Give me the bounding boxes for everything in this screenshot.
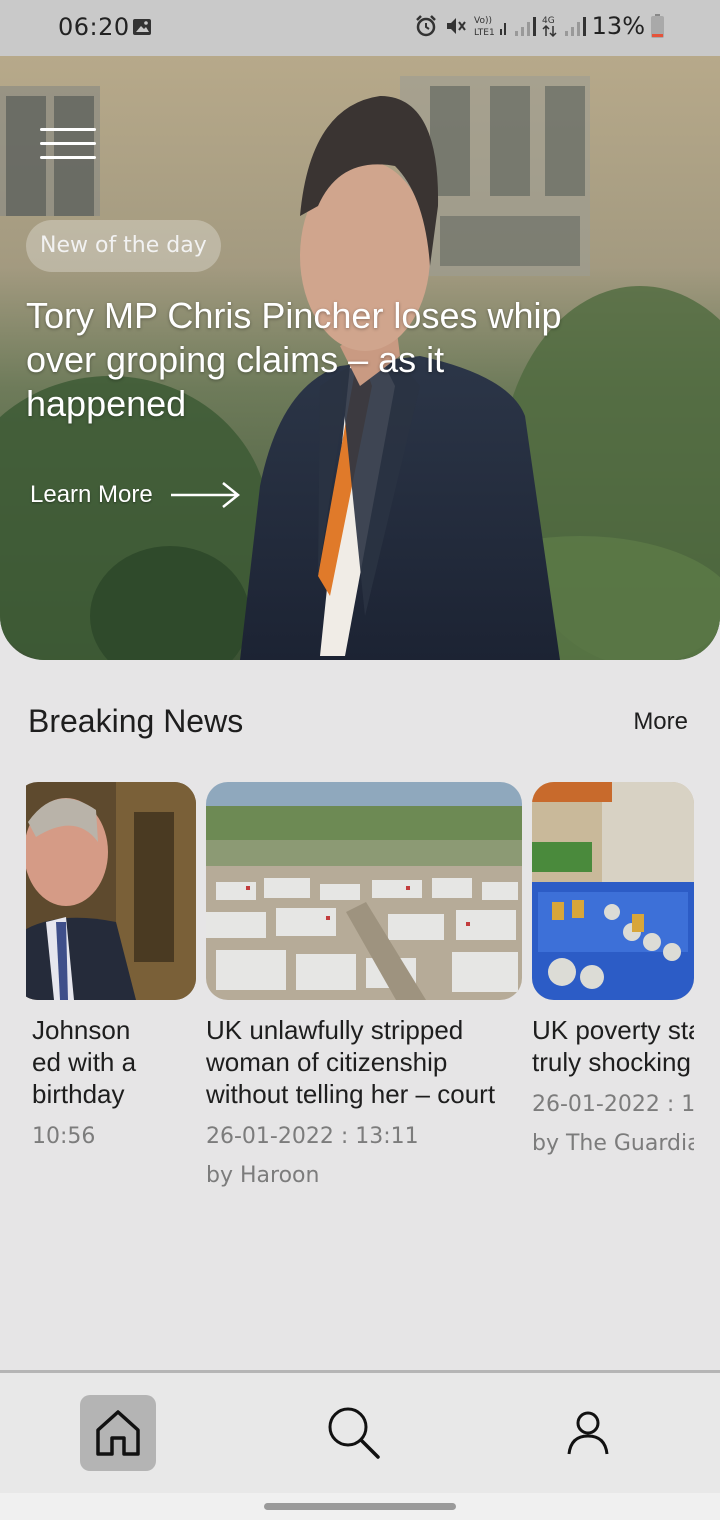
news-card[interactable]: Johnson ed with a birthday 10:56	[26, 782, 196, 1149]
status-bar: 06:20 Vo)) LTE1 4G 13%	[0, 0, 720, 56]
svg-text:4G: 4G	[542, 16, 555, 26]
status-time: 06:20	[58, 13, 130, 41]
news-carousel[interactable]: Johnson ed with a birthday 10:56 UK unla…	[26, 782, 694, 1252]
battery-percent: 13%	[591, 12, 645, 40]
section-title: Breaking News	[28, 703, 244, 739]
news-card-date: 10:56	[32, 1124, 96, 1149]
news-card-image	[532, 782, 694, 1000]
4g-icon: 4G	[542, 16, 557, 38]
mute-icon	[446, 18, 466, 34]
news-card-date: 26-01-2022 : 1	[532, 1092, 694, 1117]
news-card[interactable]: UK unlawfully stripped woman of citizens…	[206, 782, 522, 1188]
news-card-image	[26, 782, 196, 1000]
news-card-author: by Haroon	[206, 1163, 320, 1188]
hero-title[interactable]: Tory MP Chris Pincher loses whip over gr…	[26, 294, 586, 426]
learn-more-link[interactable]: Learn More	[30, 480, 241, 510]
volte-icon: Vo)) LTE1	[474, 16, 506, 38]
gesture-handle[interactable]	[264, 1503, 456, 1510]
news-card-title: Johnson ed with a birthday	[32, 1015, 137, 1109]
gesture-area	[0, 1493, 720, 1520]
nav-search-button[interactable]	[316, 1395, 392, 1471]
alarm-icon	[415, 15, 436, 37]
news-card[interactable]: UK poverty sta truly shocking 26-01-2022…	[532, 782, 694, 1156]
learn-more-label: Learn More	[30, 481, 153, 508]
nav-profile-button[interactable]	[550, 1395, 626, 1471]
news-card-date: 26-01-2022 : 13:11	[206, 1124, 419, 1149]
hero-badge: New of the day	[26, 220, 221, 272]
news-card-title: UK unlawfully stripped woman of citizens…	[206, 1015, 496, 1109]
lte-label: LTE1	[474, 28, 495, 38]
signal-icon-2	[564, 17, 586, 36]
bottom-nav	[0, 1373, 720, 1493]
news-card-title: UK poverty sta truly shocking	[532, 1015, 694, 1077]
signal-icon	[514, 17, 536, 36]
nav-home-button[interactable]	[80, 1395, 156, 1471]
profile-icon	[567, 1411, 609, 1455]
menu-icon[interactable]	[40, 126, 96, 162]
hero-banner[interactable]: New of the day Tory MP Chris Pincher los…	[0, 56, 720, 660]
status-icons: Vo)) LTE1 4G 13%	[414, 12, 664, 40]
search-icon	[328, 1407, 380, 1459]
more-link[interactable]: More	[633, 708, 688, 736]
gallery-icon	[133, 19, 151, 35]
svg-text:Vo)): Vo))	[474, 16, 492, 26]
home-icon	[96, 1410, 140, 1456]
news-card-author: by The Guardia	[532, 1131, 694, 1156]
arrow-right-icon	[170, 482, 240, 508]
news-card-image	[206, 782, 522, 1000]
battery-icon	[651, 14, 664, 38]
